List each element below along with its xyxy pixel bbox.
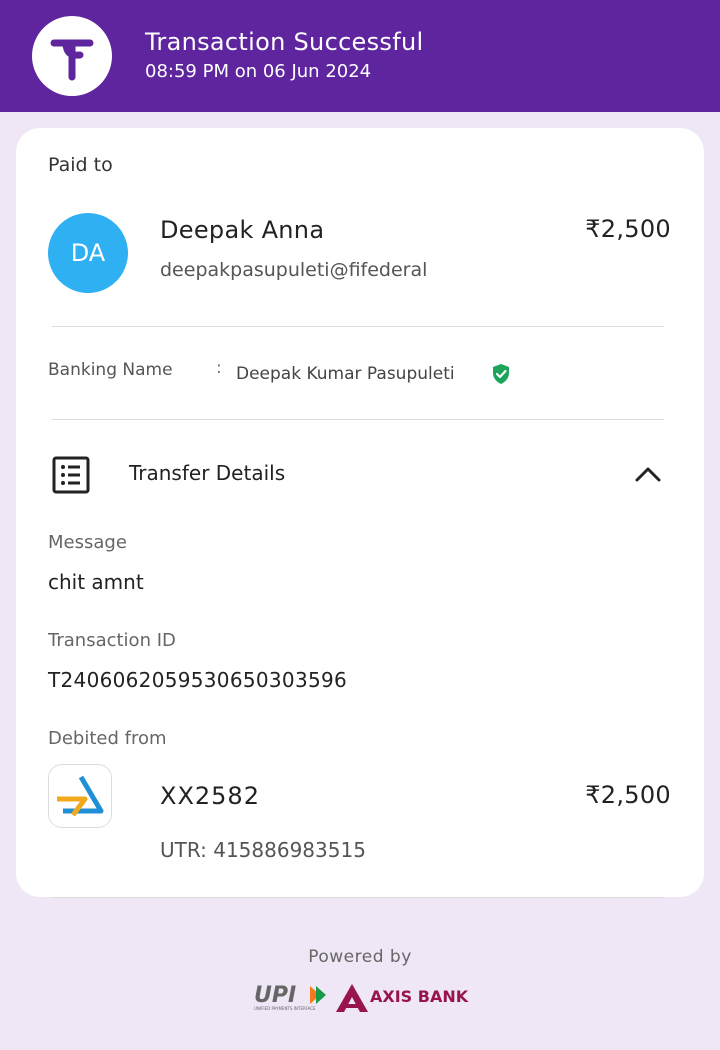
bank-logo-icon: [48, 764, 112, 828]
transaction-id-value[interactable]: T2406062059530650303596: [48, 668, 347, 692]
axis-bank-name: AXIS BANK: [370, 987, 469, 1006]
transaction-id-label: Transaction ID: [48, 630, 176, 651]
axis-bank-logo-icon: [336, 984, 368, 1012]
debit-account-number: XX2582: [160, 782, 260, 810]
divider: [52, 326, 664, 327]
divider: [52, 419, 664, 420]
message-label: Message: [48, 532, 127, 553]
paid-to-label: Paid to: [48, 154, 113, 176]
transaction-datetime: 08:59 PM on 06 Jun 2024: [145, 61, 372, 82]
payee-name: Deepak Anna: [160, 216, 325, 244]
document-list-icon: [52, 456, 90, 494]
banking-name-value: Deepak Kumar Pasupuleti: [236, 364, 455, 384]
banking-name-colon: :: [216, 358, 222, 378]
transfer-details-title[interactable]: Transfer Details: [129, 461, 285, 485]
debited-from-label: Debited from: [48, 728, 167, 749]
message-value: chit amnt: [48, 570, 144, 594]
phonepe-logo-icon: [32, 16, 112, 96]
chevron-up-icon[interactable]: [635, 465, 661, 483]
svg-text:UNIFIED PAYMENTS INTERFACE: UNIFIED PAYMENTS INTERFACE: [254, 1006, 316, 1011]
verified-shield-icon: [493, 364, 509, 384]
divider: [52, 897, 664, 898]
debit-amount: ₹2,500: [585, 781, 671, 809]
upi-logo-icon: UPI UNIFIED PAYMENTS INTERFACE: [254, 983, 326, 1011]
powered-by-label: Powered by: [308, 947, 412, 967]
svg-text:UPI: UPI: [254, 983, 296, 1008]
utr-number[interactable]: UTR: 415886983515: [160, 838, 366, 862]
transaction-status-title: Transaction Successful: [145, 28, 424, 56]
avatar: DA: [48, 213, 128, 293]
header-bar: Transaction Successful 08:59 PM on 06 Ju…: [0, 0, 720, 112]
banking-name-label: Banking Name: [48, 360, 173, 380]
avatar-initials: DA: [70, 239, 106, 267]
payee-vpa: deepakpasupuleti@fifederal: [160, 259, 428, 281]
paid-amount: ₹2,500: [585, 215, 671, 243]
transaction-details-card: Paid to DA Deepak Anna deepakpasupuleti@…: [16, 128, 704, 897]
